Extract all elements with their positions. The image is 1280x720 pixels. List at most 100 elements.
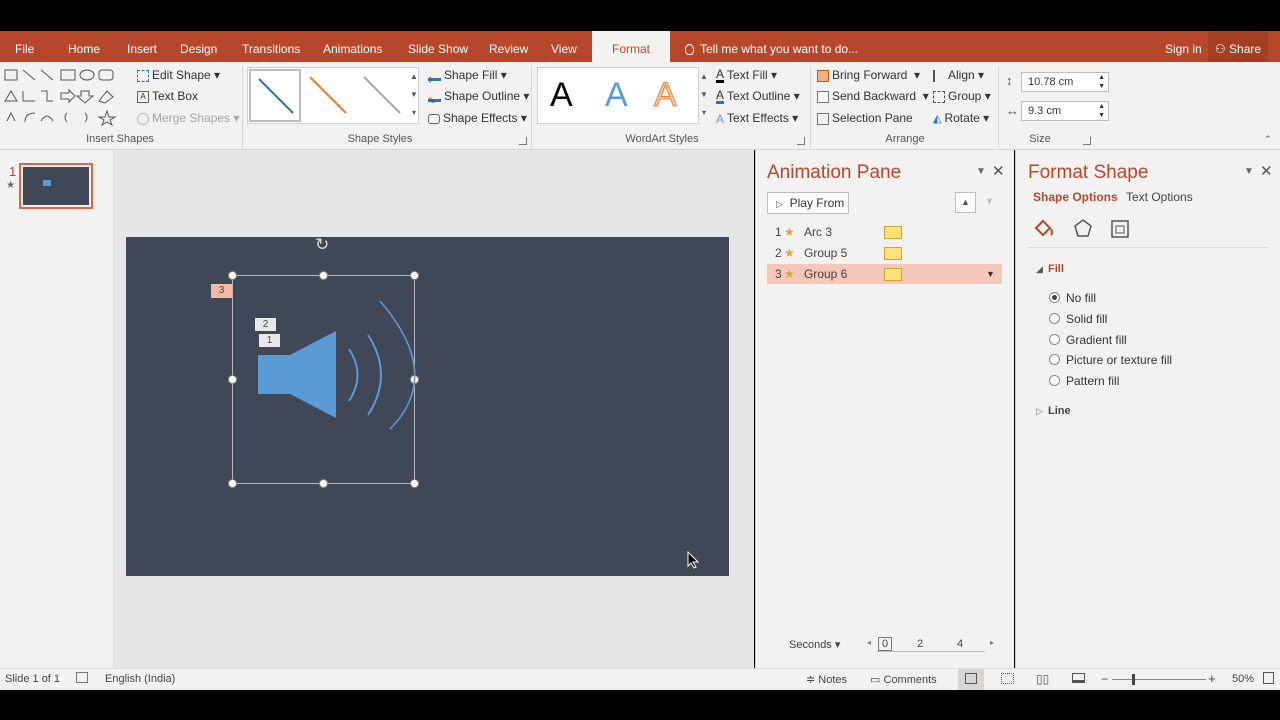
- wordart-launcher-icon[interactable]: [797, 137, 805, 145]
- resize-handle[interactable]: [319, 271, 328, 280]
- tab-review[interactable]: Review: [489, 31, 528, 62]
- play-from-button[interactable]: ▷ Play From: [767, 192, 849, 214]
- wordart-style-black[interactable]: A: [550, 76, 573, 115]
- wordart-style-orange[interactable]: A: [654, 76, 678, 115]
- item-dropdown-icon[interactable]: ▼: [986, 264, 995, 284]
- wordart-gallery[interactable]: A A A: [537, 67, 699, 124]
- close-icon[interactable]: ✕: [992, 162, 1005, 180]
- bring-forward-button[interactable]: Bring Forward ▾: [817, 65, 920, 85]
- selection-pane-button[interactable]: Selection Pane: [817, 108, 913, 128]
- align-button[interactable]: Align ▾: [933, 65, 984, 85]
- radio-picture-fill[interactable]: [1049, 354, 1060, 365]
- slide-sorter-icon[interactable]: [1001, 673, 1014, 684]
- speaker-graphic[interactable]: [254, 297, 424, 437]
- rotate-button[interactable]: ◭ Rotate ▾: [933, 108, 989, 128]
- tab-home[interactable]: Home: [68, 31, 100, 62]
- text-effects-button[interactable]: A Text Effects ▾: [716, 108, 798, 128]
- zoom-slider[interactable]: [1112, 679, 1206, 680]
- tab-design[interactable]: Design: [180, 31, 217, 62]
- fit-slide-icon[interactable]: [1263, 672, 1274, 684]
- move-down-button[interactable]: ▼: [979, 192, 1000, 213]
- picture-fill-label[interactable]: Picture or texture fill: [1066, 353, 1172, 367]
- resize-handle[interactable]: [228, 271, 237, 280]
- expand-line-icon[interactable]: ▷: [1036, 406, 1043, 417]
- width-spinner[interactable]: ▲ ▼: [1098, 102, 1105, 120]
- animation-item[interactable]: 1 ★ Arc 3: [767, 222, 1002, 242]
- fill-line-icon[interactable]: [1032, 217, 1056, 239]
- zoom-level[interactable]: 50%: [1232, 673, 1254, 685]
- shape-outline-button[interactable]: ✎ Shape Outline ▾: [428, 86, 529, 106]
- comments-button[interactable]: ▭ Comments: [870, 673, 937, 686]
- slide-show-icon[interactable]: [1072, 673, 1085, 683]
- timing-bar[interactable]: [884, 247, 902, 260]
- merge-shapes-button[interactable]: Merge Shapes ▾: [137, 108, 239, 128]
- send-backward-button[interactable]: Send Backward ▾: [817, 86, 929, 106]
- resize-handle[interactable]: [228, 479, 237, 488]
- wordart-scroll[interactable]: ▲ ▼ ▾: [699, 68, 709, 122]
- tab-animations[interactable]: Animations: [323, 31, 382, 62]
- tab-file[interactable]: File: [15, 31, 34, 62]
- collapse-fill-icon[interactable]: ◢: [1036, 264, 1043, 275]
- shape-style-gray[interactable]: [358, 71, 408, 121]
- gallery-scroll[interactable]: ▲ ▼ ▾: [409, 68, 419, 122]
- text-outline-button[interactable]: A Text Outline ▾: [716, 86, 800, 106]
- tell-me-box[interactable]: Tell me what you want to do...: [685, 31, 858, 62]
- gradient-fill-label[interactable]: Gradient fill: [1066, 333, 1127, 347]
- animation-tag-3[interactable]: 3: [211, 284, 232, 298]
- tab-text-options[interactable]: Text Options: [1126, 190, 1193, 204]
- radio-solid-fill[interactable]: [1049, 313, 1060, 324]
- edit-shape-button[interactable]: Edit Shape ▾: [137, 65, 220, 85]
- shapes-gallery[interactable]: [3, 67, 117, 127]
- resize-handle[interactable]: [319, 479, 328, 488]
- text-fill-button[interactable]: A Text Fill ▾: [716, 65, 777, 85]
- shape-style-blue[interactable]: [249, 69, 301, 122]
- pane-menu-icon[interactable]: ▼: [976, 166, 986, 177]
- resize-handle[interactable]: [228, 375, 237, 384]
- sign-in-link[interactable]: Sign in: [1165, 31, 1202, 62]
- tab-transitions[interactable]: Transitions: [242, 31, 300, 62]
- collapse-ribbon-icon[interactable]: ⌃: [1264, 134, 1272, 145]
- tab-slide-show[interactable]: Slide Show: [408, 31, 468, 62]
- tab-format[interactable]: Format: [592, 31, 670, 62]
- shape-width-field[interactable]: 9.3 cm ▲ ▼: [1021, 101, 1109, 121]
- animation-item[interactable]: 2 ★ Group 5: [767, 243, 1002, 263]
- effects-pentagon-icon[interactable]: [1072, 217, 1094, 239]
- group-button[interactable]: Group ▾: [933, 86, 991, 106]
- tab-view[interactable]: View: [551, 31, 577, 62]
- tab-shape-options[interactable]: Shape Options: [1033, 190, 1118, 204]
- animation-item-selected[interactable]: 3 ★ Group 6 ▼: [767, 264, 1002, 284]
- height-spinner[interactable]: ▲ ▼: [1098, 73, 1105, 91]
- timeline-right-icon[interactable]: ▸: [990, 638, 994, 647]
- radio-pattern-fill[interactable]: [1049, 375, 1060, 386]
- shape-style-orange[interactable]: [304, 71, 354, 121]
- radio-no-fill[interactable]: [1049, 292, 1060, 303]
- shape-height-field[interactable]: 10.78 cm ▲ ▼: [1021, 72, 1109, 92]
- timing-bar[interactable]: [884, 226, 902, 239]
- slide-thumbnail[interactable]: [19, 163, 93, 209]
- wordart-style-blue[interactable]: A: [605, 76, 628, 115]
- animation-tag-1[interactable]: 1: [259, 334, 280, 347]
- resize-handle[interactable]: [410, 479, 419, 488]
- timing-bar[interactable]: [884, 268, 902, 281]
- fill-section-header[interactable]: Fill: [1048, 263, 1064, 275]
- shape-effects-button[interactable]: Shape Effects ▾: [428, 108, 527, 128]
- text-box-button[interactable]: A Text Box: [137, 86, 198, 106]
- shape-style-gallery[interactable]: [247, 67, 419, 124]
- zoom-out-button[interactable]: −: [1101, 672, 1108, 686]
- line-section-header[interactable]: Line: [1048, 405, 1071, 417]
- radio-gradient-fill[interactable]: [1049, 334, 1060, 345]
- normal-view-button[interactable]: [958, 669, 984, 690]
- resize-handle[interactable]: [410, 271, 419, 280]
- move-up-button[interactable]: ▲: [955, 192, 976, 213]
- shape-styles-launcher-icon[interactable]: [519, 137, 527, 145]
- size-properties-icon[interactable]: [1109, 217, 1131, 239]
- timeline-left-icon[interactable]: ◂: [867, 638, 871, 647]
- language-indicator[interactable]: English (India): [105, 673, 175, 685]
- no-fill-label[interactable]: No fill: [1066, 291, 1096, 305]
- pane-menu-icon[interactable]: ▼: [1244, 166, 1254, 177]
- solid-fill-label[interactable]: Solid fill: [1066, 312, 1107, 326]
- close-icon[interactable]: ✕: [1260, 162, 1273, 180]
- zoom-in-button[interactable]: +: [1208, 671, 1216, 686]
- timeline-ruler[interactable]: 0 2 4: [877, 637, 985, 652]
- seconds-dropdown[interactable]: Seconds ▾: [789, 638, 840, 651]
